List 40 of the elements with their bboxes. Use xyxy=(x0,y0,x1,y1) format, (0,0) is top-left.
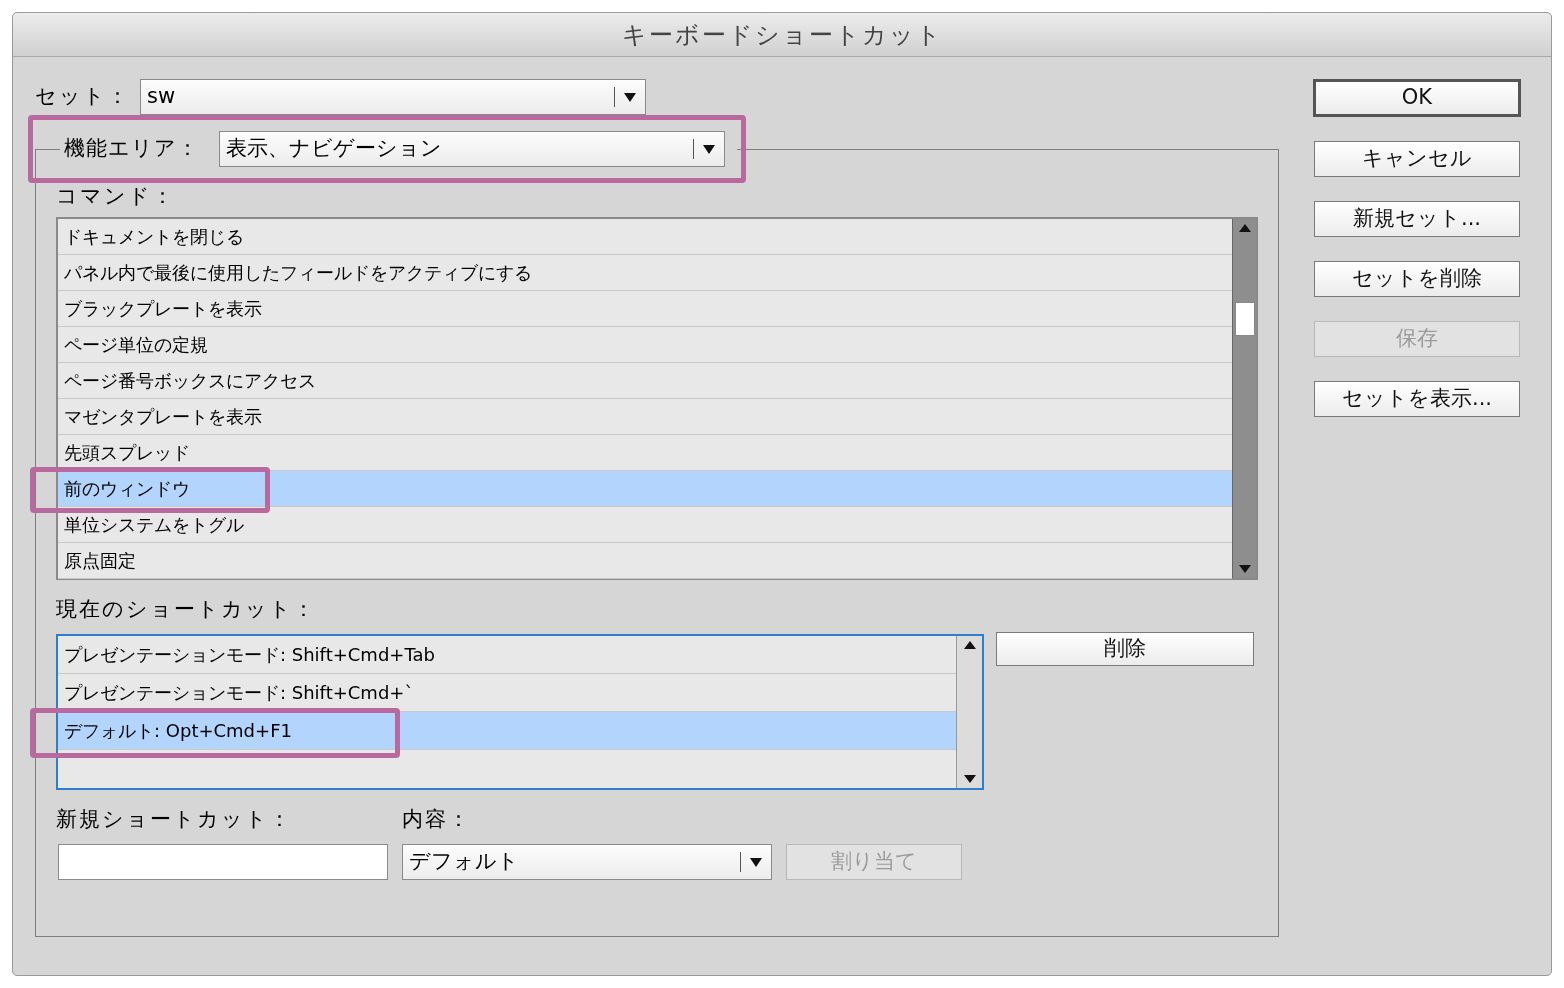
command-row[interactable]: パネル内で最後に使用したフィールドをアクティブにする xyxy=(58,255,1232,291)
dialog-button[interactable]: OK xyxy=(1313,79,1521,117)
scroll-up-icon[interactable] xyxy=(962,640,977,650)
context-label: 内容： xyxy=(402,806,472,833)
command-row[interactable]: ドキュメントを閉じる xyxy=(58,219,1232,255)
window-title: キーボードショートカット xyxy=(621,19,943,51)
scroll-down-icon[interactable] xyxy=(962,774,977,784)
shortcut-row[interactable]: プレゼンテーションモード: Shift+Cmd+` xyxy=(58,674,956,712)
caret-icon xyxy=(749,855,763,868)
commands-label: コマンド： xyxy=(56,183,176,210)
dialog-button[interactable]: セットを削除 xyxy=(1314,261,1520,297)
command-row[interactable]: 前のウィンドウ xyxy=(58,471,1232,507)
dialog-button[interactable]: セットを表示... xyxy=(1314,381,1520,417)
current-shortcuts-label: 現在のショートカット： xyxy=(56,596,317,623)
command-row[interactable]: 単位システムをトグル xyxy=(58,507,1232,543)
command-row[interactable]: マゼンタプレートを表示 xyxy=(58,399,1232,435)
command-row[interactable]: 原点固定 xyxy=(58,543,1232,579)
scroll-thumb[interactable] xyxy=(1234,301,1255,336)
dialog-button[interactable]: 削除 xyxy=(996,632,1254,666)
shortcut-row[interactable]: プレゼンテーションモード: Shift+Cmd+Tab xyxy=(58,636,956,674)
set-label: セット： xyxy=(35,83,130,111)
shortcut-row[interactable]: デフォルト: Opt+Cmd+F1 xyxy=(58,712,956,750)
scroll-down-icon[interactable] xyxy=(1237,564,1252,574)
dialog-button[interactable]: キャンセル xyxy=(1314,141,1520,177)
new-shortcut-label: 新規ショートカット： xyxy=(56,806,293,833)
command-row[interactable]: 先頭スプレッド xyxy=(58,435,1232,471)
context-dropdown[interactable]: デフォルト xyxy=(402,843,772,880)
scrollbar[interactable] xyxy=(956,636,982,788)
caret-icon xyxy=(702,143,716,155)
scrollbar[interactable] xyxy=(1232,219,1256,578)
feature-area-label: 機能エリア： xyxy=(64,135,199,163)
scroll-up-icon[interactable] xyxy=(1237,223,1252,233)
set-dropdown[interactable]: sw xyxy=(140,79,646,115)
command-row[interactable]: ページ番号ボックスにアクセス xyxy=(58,363,1232,399)
dialog-button[interactable]: 新規セット... xyxy=(1314,201,1520,237)
feature-area-dropdown[interactable]: 表示、ナビゲーション xyxy=(219,131,725,167)
command-row[interactable]: ページ単位の定規 xyxy=(58,327,1232,363)
caret-icon xyxy=(623,91,637,103)
shortcut-input-field[interactable] xyxy=(58,843,388,880)
command-row[interactable]: ブラックプレートを表示 xyxy=(58,291,1232,327)
